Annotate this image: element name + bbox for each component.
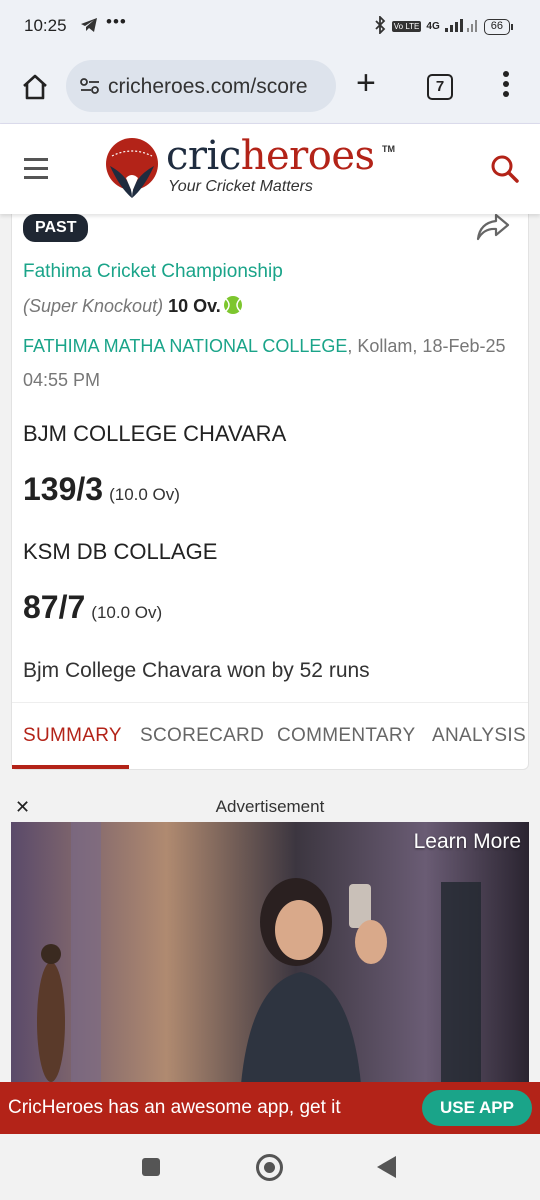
team-2-name[interactable]: KSM DB COLLAGE: [23, 539, 217, 565]
ad-label: Advertisement: [215, 797, 325, 816]
url-text[interactable]: cricheroes.com/score: [108, 75, 330, 99]
match-round: (Super Knockout): [23, 296, 164, 316]
site-settings-icon[interactable]: [80, 77, 100, 100]
app-banner-text: CricHeroes has an awesome app, get it: [8, 1097, 341, 1118]
ad-image[interactable]: Learn More: [11, 822, 529, 1084]
back-icon[interactable]: [377, 1156, 396, 1178]
more-notifications-icon: •••: [106, 12, 127, 31]
team-1-name[interactable]: BJM COLLEGE CHAVARA: [23, 421, 286, 447]
tab-summary[interactable]: SUMMARY: [23, 725, 122, 747]
match-result: Bjm College Chavara won by 52 runs: [23, 659, 370, 682]
match-venue-date: FATHIMA MATHA NATIONAL COLLEGE, Kollam, …: [23, 329, 523, 397]
team-1-score: 139/3 (10.0 Ov): [23, 471, 180, 507]
site-header: cricheroes TM Your Cricket Matters: [0, 124, 540, 214]
tab-analysis[interactable]: ANALYSIS: [432, 725, 526, 747]
team-1-overs: (10.0 Ov): [109, 485, 180, 504]
match-overs: 10 Ov.: [168, 296, 221, 316]
signal-icon: [444, 18, 479, 35]
status-icons: Vo LTE 4G 66: [373, 14, 514, 37]
status-time: 10:25: [24, 16, 67, 35]
volte-icon: Vo LTE: [391, 21, 422, 32]
address-bar[interactable]: cricheroes.com/score: [66, 60, 336, 112]
logo-wordmark[interactable]: cricheroes: [166, 134, 375, 178]
trademark-mark: TM: [382, 144, 395, 154]
status-bar: 10:25 ••• Vo LTE 4G 66: [0, 0, 540, 54]
cricheroes-logo-icon[interactable]: [104, 136, 160, 205]
home-icon[interactable]: [20, 72, 50, 102]
logo-tagline: Your Cricket Matters: [168, 178, 313, 195]
system-nav-bar: [0, 1134, 540, 1200]
team-2-overs: (10.0 Ov): [91, 603, 163, 622]
tennis-ball-icon: [223, 295, 243, 320]
use-app-button[interactable]: USE APP: [422, 1090, 532, 1126]
telegram-icon: [80, 17, 98, 38]
new-tab-button[interactable]: +: [356, 66, 376, 100]
hamburger-menu-icon[interactable]: [24, 158, 48, 185]
tab-switcher-button[interactable]: 7: [427, 74, 453, 100]
match-meta: (Super Knockout) 10 Ov.: [23, 295, 243, 320]
browser-menu-icon[interactable]: [496, 71, 516, 103]
active-tab-indicator: [12, 765, 129, 769]
battery-icon: 66: [483, 18, 514, 35]
tournament-link[interactable]: Fathima Cricket Championship: [23, 261, 283, 283]
browser-toolbar: cricheroes.com/score + 7: [0, 54, 540, 124]
app-banner: CricHeroes has an awesome app, get it US…: [0, 1082, 540, 1134]
team-2-score: 87/7 (10.0 Ov): [23, 589, 163, 625]
network-type: 4G: [426, 21, 440, 32]
share-icon[interactable]: [476, 213, 510, 246]
ad-close-icon[interactable]: ✕: [15, 797, 30, 818]
status-badge: PAST: [23, 214, 89, 242]
recents-icon[interactable]: [142, 1158, 160, 1176]
tab-commentary[interactable]: COMMENTARY: [277, 725, 415, 747]
tab-scorecard[interactable]: SCORECARD: [140, 725, 264, 747]
match-card: PAST Fathima Cricket Championship (Super…: [11, 196, 529, 770]
search-icon[interactable]: [490, 154, 520, 189]
venue-link[interactable]: FATHIMA MATHA NATIONAL COLLEGE: [23, 336, 347, 356]
match-tabs: SUMMARY SCORECARD COMMENTARY ANALYSIS: [12, 702, 528, 770]
home-nav-icon[interactable]: [256, 1154, 283, 1181]
bluetooth-icon: [373, 14, 387, 37]
learn-more-link[interactable]: Learn More: [414, 830, 521, 854]
